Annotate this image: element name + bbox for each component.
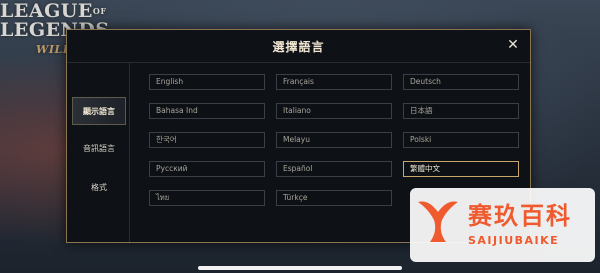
language-option-english[interactable]: English — [149, 74, 265, 90]
sidebar-item-audio-language[interactable]: 音訊語言 — [72, 135, 126, 163]
dialog-title: 選擇語言 — [272, 40, 325, 54]
language-option-japanese[interactable]: 日本語 — [403, 103, 519, 119]
language-option-indonesian[interactable]: Bahasa Ind — [149, 103, 265, 119]
language-option-polish[interactable]: Polski — [403, 132, 519, 148]
language-option-russian[interactable]: Русский — [149, 161, 265, 177]
sidebar-item-format[interactable]: 格式 — [72, 174, 126, 202]
watermark-english-text: SAIJIUBAIKE — [468, 234, 560, 247]
language-option-german[interactable]: Deutsch — [403, 74, 519, 90]
language-option-traditional-chinese[interactable]: 繁體中文 — [403, 161, 519, 177]
settings-sidebar: 顯示語言 音訊語言 格式 — [67, 63, 130, 242]
close-icon: ✕ — [507, 37, 519, 53]
dialog-header: 選擇語言 ✕ — [67, 30, 530, 63]
language-option-french[interactable]: Français — [276, 74, 392, 90]
language-option-italian[interactable]: Italiano — [276, 103, 392, 119]
site-watermark: 赛玖百科 SAIJIUBAIKE — [410, 188, 595, 262]
language-option-turkish[interactable]: Türkçe — [276, 190, 392, 206]
language-option-spanish[interactable]: Español — [276, 161, 392, 177]
watermark-chinese-text: 赛玖百科 — [468, 202, 572, 230]
language-option-thai[interactable]: ไทย — [149, 190, 265, 206]
language-option-malay[interactable]: Melayu — [276, 132, 392, 148]
whale-tail-logo-icon — [418, 201, 458, 242]
home-indicator-bar[interactable] — [198, 266, 402, 270]
language-option-korean[interactable]: 한국어 — [149, 132, 265, 148]
sidebar-item-display-language[interactable]: 顯示語言 — [72, 97, 126, 125]
close-button[interactable]: ✕ — [504, 36, 522, 54]
